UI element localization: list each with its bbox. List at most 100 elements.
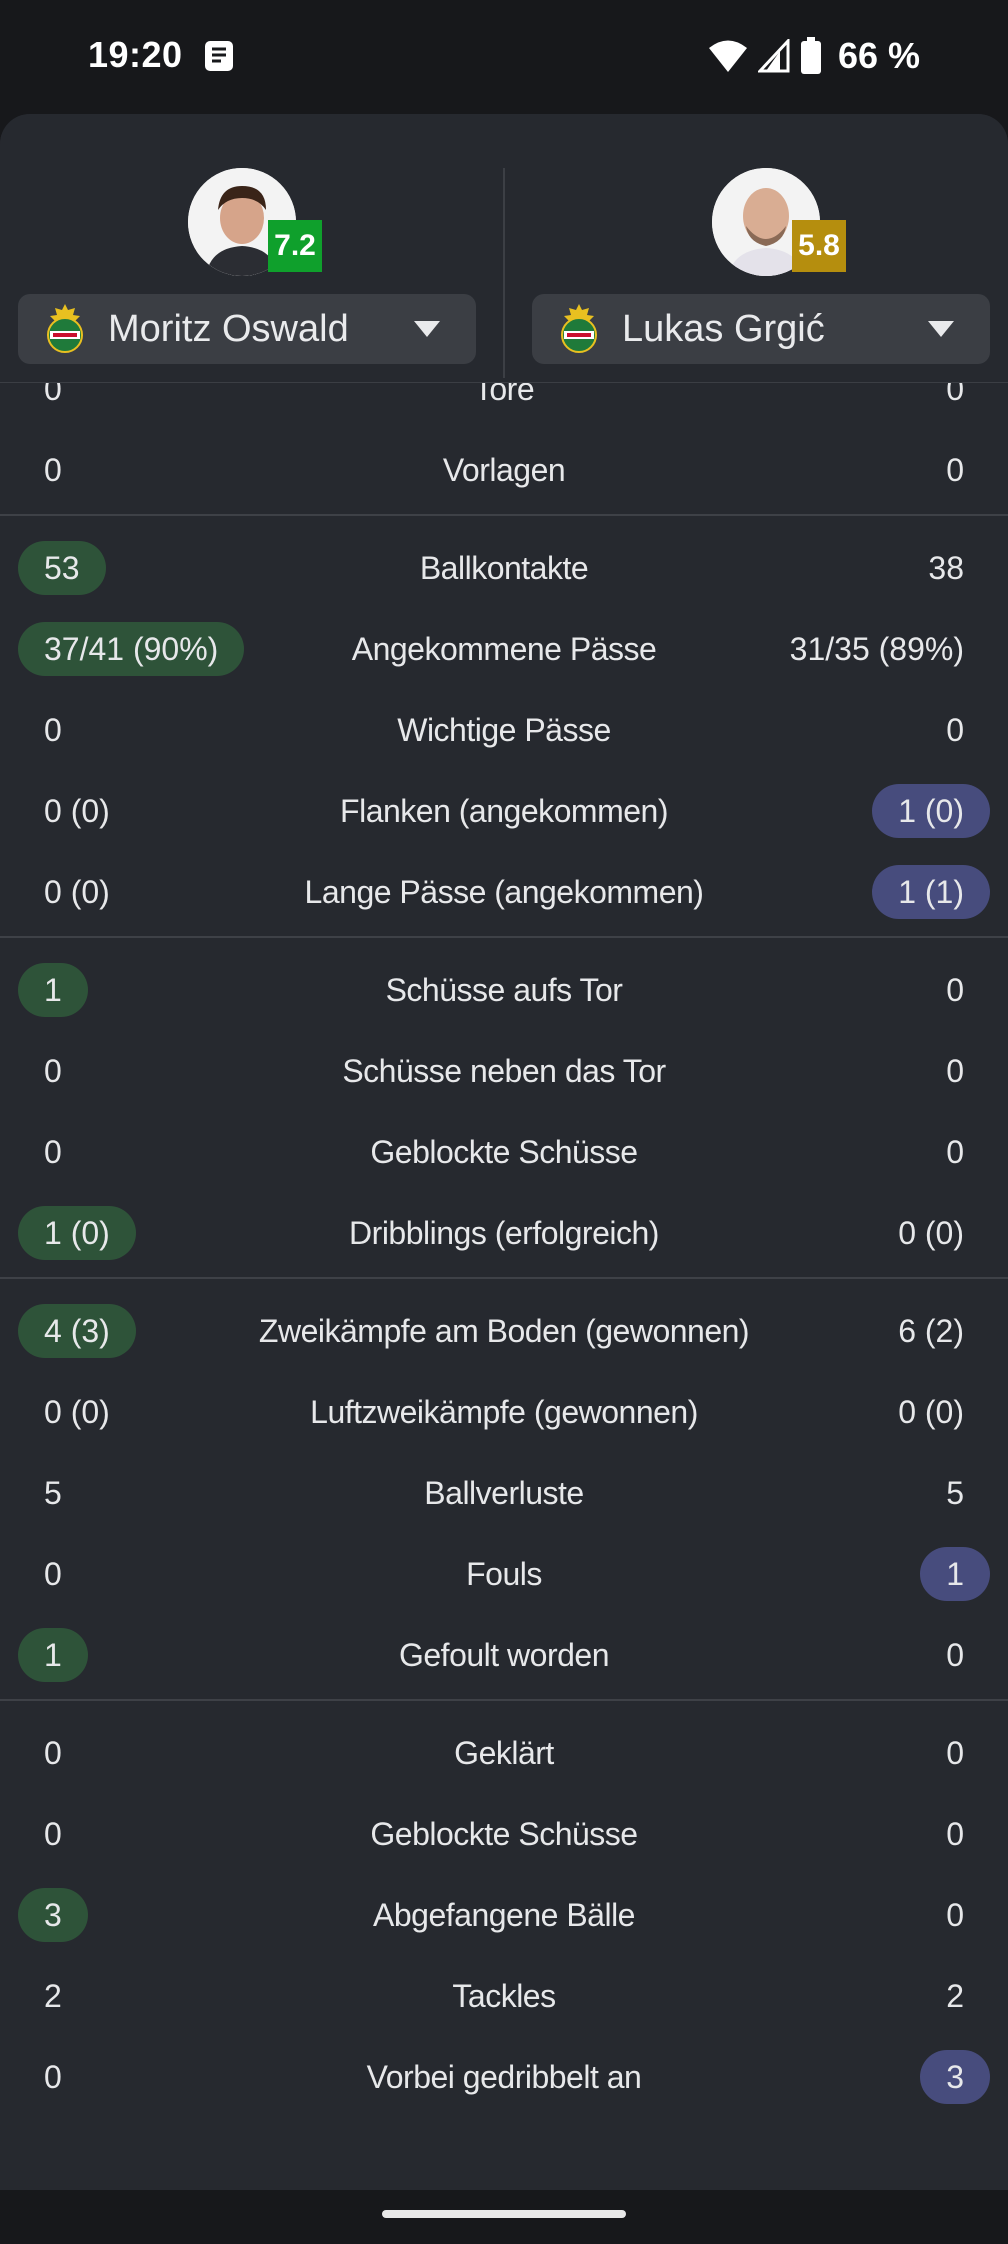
left-value: 0 (0) bbox=[44, 873, 110, 910]
right-value: 0 (0) bbox=[898, 1214, 964, 1251]
stat-row: 0 Wichtige Pässe 0 bbox=[0, 685, 1008, 766]
right-value: 0 (0) bbox=[898, 1393, 964, 1430]
group-divider bbox=[0, 1699, 1008, 1701]
club-logo-icon bbox=[47, 304, 83, 353]
club-logo-icon bbox=[561, 304, 597, 353]
chevron-down-icon bbox=[414, 321, 440, 337]
left-value: 3 bbox=[18, 1888, 88, 1942]
left-value: 0 (0) bbox=[44, 792, 110, 829]
stat-label: Tackles bbox=[452, 1977, 556, 2014]
left-value: 0 bbox=[44, 1734, 62, 1771]
right-value: 0 bbox=[946, 1815, 964, 1852]
stat-row: 3 Abgefangene Bälle 0 bbox=[0, 1870, 1008, 1951]
stat-row: 0 Geblockte Schüsse 0 bbox=[0, 1107, 1008, 1188]
stat-row: 1 Gefoult worden 0 bbox=[0, 1610, 1008, 1691]
chevron-down-icon bbox=[928, 321, 954, 337]
player-rating: 5.8 bbox=[792, 220, 846, 272]
right-value: 0 bbox=[946, 1636, 964, 1673]
stat-label: Schüsse aufs Tor bbox=[385, 971, 623, 1008]
group-divider bbox=[0, 514, 1008, 516]
left-value: 0 bbox=[44, 2058, 62, 2095]
stat-label: Flanken (angekommen) bbox=[340, 792, 668, 829]
stat-row: 0 Vorbei gedribbelt an 3 bbox=[0, 2032, 1008, 2113]
stat-row: 0 (0) Lange Pässe (angekommen) 1 (1) bbox=[0, 847, 1008, 928]
stat-row: 0 (0) Flanken (angekommen) 1 (0) bbox=[0, 766, 1008, 847]
battery-percent: 66 % bbox=[837, 35, 920, 76]
right-value: 1 bbox=[920, 1547, 990, 1601]
left-value: 1 (0) bbox=[18, 1206, 136, 1260]
stat-row: 4 (3) Zweikämpfe am Boden (gewonnen) 6 (2) bbox=[0, 1286, 1008, 1367]
stat-label: Angekommene Pässe bbox=[351, 630, 657, 667]
stat-row: 0 Schüsse neben das Tor 0 bbox=[0, 1026, 1008, 1107]
player-name: Moritz Oswald bbox=[108, 307, 349, 350]
stat-label: Zweikämpfe am Boden (gewonnen) bbox=[258, 1312, 750, 1349]
stat-row: 0 Geblockte Schüsse 0 bbox=[0, 1789, 1008, 1870]
left-player: 7.2 Moritz Oswald bbox=[0, 114, 504, 382]
left-value: 2 bbox=[44, 1977, 62, 2014]
right-player: 5.8 Lukas Grgić bbox=[504, 114, 1008, 382]
stat-row: 0 Vorlagen 0 bbox=[0, 425, 1008, 506]
stat-row: 0 Fouls 1 bbox=[0, 1529, 1008, 1610]
left-value: 0 bbox=[44, 1555, 62, 1592]
stat-row: 53 Ballkontakte 38 bbox=[0, 523, 1008, 604]
left-value: 0 bbox=[44, 711, 62, 748]
right-value: 38 bbox=[928, 549, 964, 586]
wifi-icon bbox=[708, 40, 747, 72]
right-value: 0 bbox=[946, 451, 964, 488]
left-value: 0 (0) bbox=[44, 1393, 110, 1430]
stat-label: Ballverluste bbox=[424, 1474, 584, 1511]
left-value: 0 bbox=[44, 1133, 62, 1170]
home-gesture-pill[interactable] bbox=[382, 2210, 626, 2218]
stat-label: Wichtige Pässe bbox=[397, 711, 611, 748]
left-value: 0 bbox=[44, 1815, 62, 1852]
left-value: 1 bbox=[18, 963, 88, 1017]
stat-row: 0 Geklärt 0 bbox=[0, 1708, 1008, 1789]
right-value: 0 bbox=[946, 1052, 964, 1089]
group-divider bbox=[0, 936, 1008, 938]
status-icons: 66 % bbox=[708, 34, 920, 78]
left-value: 4 (3) bbox=[18, 1304, 136, 1358]
stat-label: Dribblings (erfolgreich) bbox=[349, 1214, 659, 1251]
group-divider bbox=[0, 1277, 1008, 1279]
stat-row: 1 Schüsse aufs Tor 0 bbox=[0, 945, 1008, 1026]
stat-row: 5 Ballverluste 5 bbox=[0, 1448, 1008, 1529]
stat-row: 37/41 (90%) Angekommene Pässe 31/35 (89%) bbox=[0, 604, 1008, 685]
right-value: 1 (1) bbox=[872, 865, 990, 919]
right-value: 3 bbox=[920, 2050, 990, 2104]
player-rating: 7.2 bbox=[268, 220, 322, 272]
player-selector[interactable]: Lukas Grgić bbox=[532, 294, 990, 364]
left-value: 1 bbox=[18, 1628, 88, 1682]
left-value: 5 bbox=[44, 1474, 62, 1511]
stat-label: Geblockte Schüsse bbox=[370, 1133, 638, 1170]
stat-label: Gefoult worden bbox=[398, 1636, 610, 1673]
stat-label: Geblockte Schüsse bbox=[370, 1815, 638, 1852]
right-value: 6 (2) bbox=[898, 1312, 964, 1349]
right-value: 0 bbox=[946, 1896, 964, 1933]
stat-row: 0 (0) Luftzweikämpfe (gewonnen) 0 (0) bbox=[0, 1367, 1008, 1448]
right-value: 31/35 (89%) bbox=[789, 630, 964, 667]
navigation-bar bbox=[0, 2190, 1008, 2244]
left-value: 0 bbox=[44, 1052, 62, 1089]
player-comparison-sheet: 7.2 Moritz Oswald 5.8 Lukas Grgić 0 Tore… bbox=[0, 114, 1008, 2190]
right-value: 0 bbox=[946, 1734, 964, 1771]
right-value: 5 bbox=[946, 1474, 964, 1511]
player-name: Lukas Grgić bbox=[622, 307, 825, 350]
battery-icon bbox=[800, 37, 821, 74]
stat-label: Vorlagen bbox=[442, 451, 566, 488]
stats-list[interactable]: 0 Tore 0 0 Vorlagen 0 53 Ballkontakte 38 37/41 (9… bbox=[0, 344, 1008, 2113]
player-selector[interactable]: Moritz Oswald bbox=[18, 294, 476, 364]
right-value: 2 bbox=[946, 1977, 964, 2014]
left-value: 0 bbox=[44, 451, 62, 488]
status-time: 19:20 bbox=[88, 34, 183, 75]
stat-label: Ballkontakte bbox=[419, 549, 589, 586]
stat-label: Abgefangene Bälle bbox=[373, 1896, 635, 1933]
stat-label: Geklärt bbox=[454, 1734, 554, 1771]
stat-label: Luftzweikämpfe (gewonnen) bbox=[310, 1393, 698, 1430]
right-value: 0 bbox=[946, 971, 964, 1008]
stat-label: Lange Pässe (angekommen) bbox=[304, 873, 704, 910]
comparison-header: 7.2 Moritz Oswald 5.8 Lukas Grgić bbox=[0, 114, 1008, 383]
stat-label: Schüsse neben das Tor bbox=[342, 1052, 666, 1089]
status-bar: 19:20 66 % bbox=[0, 0, 1008, 114]
stat-row: 1 (0) Dribblings (erfolgreich) 0 (0) bbox=[0, 1188, 1008, 1269]
stat-label: Vorbei gedribbelt an bbox=[366, 2058, 642, 2095]
